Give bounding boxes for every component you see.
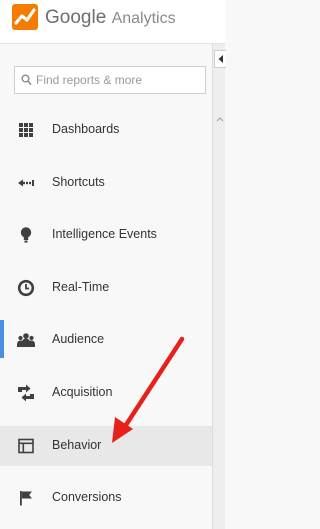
nav-item-acquisition[interactable]: Acquisition <box>0 373 212 413</box>
shortcuts-arrow-icon <box>18 179 34 187</box>
clock-icon <box>17 279 35 297</box>
chevron-left-icon <box>218 55 223 63</box>
search-box[interactable] <box>14 66 206 94</box>
nav-label: Intelligence Events <box>52 227 157 241</box>
scroll-up-arrow-icon[interactable] <box>216 116 224 122</box>
nav-label: Acquisition <box>52 385 113 399</box>
nav-label: Conversions <box>52 490 122 504</box>
google-analytics-logo-icon <box>12 4 38 30</box>
dashboards-grid-icon <box>19 123 33 137</box>
flag-icon <box>20 491 32 506</box>
nav-label: Dashboards <box>52 122 120 136</box>
nav-item-shortcuts[interactable]: Shortcuts <box>0 163 212 203</box>
acquisition-arrows-icon <box>18 384 34 402</box>
nav-label: Shortcuts <box>52 175 105 189</box>
nav-item-dashboards[interactable]: Dashboards <box>0 110 212 150</box>
sidebar: Dashboards Shortcuts Intelligence Events… <box>0 44 212 529</box>
app-title: Google Analytics <box>45 7 176 29</box>
active-indicator <box>0 320 4 358</box>
nav-item-conversions[interactable]: Conversions <box>0 478 212 518</box>
nav-item-audience[interactable]: Audience <box>0 320 212 360</box>
nav-item-behavior[interactable]: Behavior <box>0 426 212 466</box>
collapse-sidebar-button[interactable] <box>214 50 226 68</box>
people-icon <box>17 333 35 347</box>
search-input[interactable] <box>36 67 204 93</box>
search-icon <box>21 74 32 86</box>
nav-label: Real-Time <box>52 280 110 294</box>
nav-item-intelligence-events[interactable]: Intelligence Events <box>0 215 212 255</box>
brand-name: Google <box>45 7 107 28</box>
lightbulb-icon <box>20 227 32 243</box>
behavior-layout-icon <box>18 438 34 454</box>
app-header: Google Analytics <box>0 0 225 44</box>
nav-label: Audience <box>52 332 105 346</box>
product-name: Analytics <box>111 10 176 27</box>
nav-item-real-time[interactable]: Real-Time <box>0 268 212 308</box>
nav-label: Behavior <box>52 438 102 452</box>
sidebar-scrollbar[interactable] <box>212 44 226 529</box>
